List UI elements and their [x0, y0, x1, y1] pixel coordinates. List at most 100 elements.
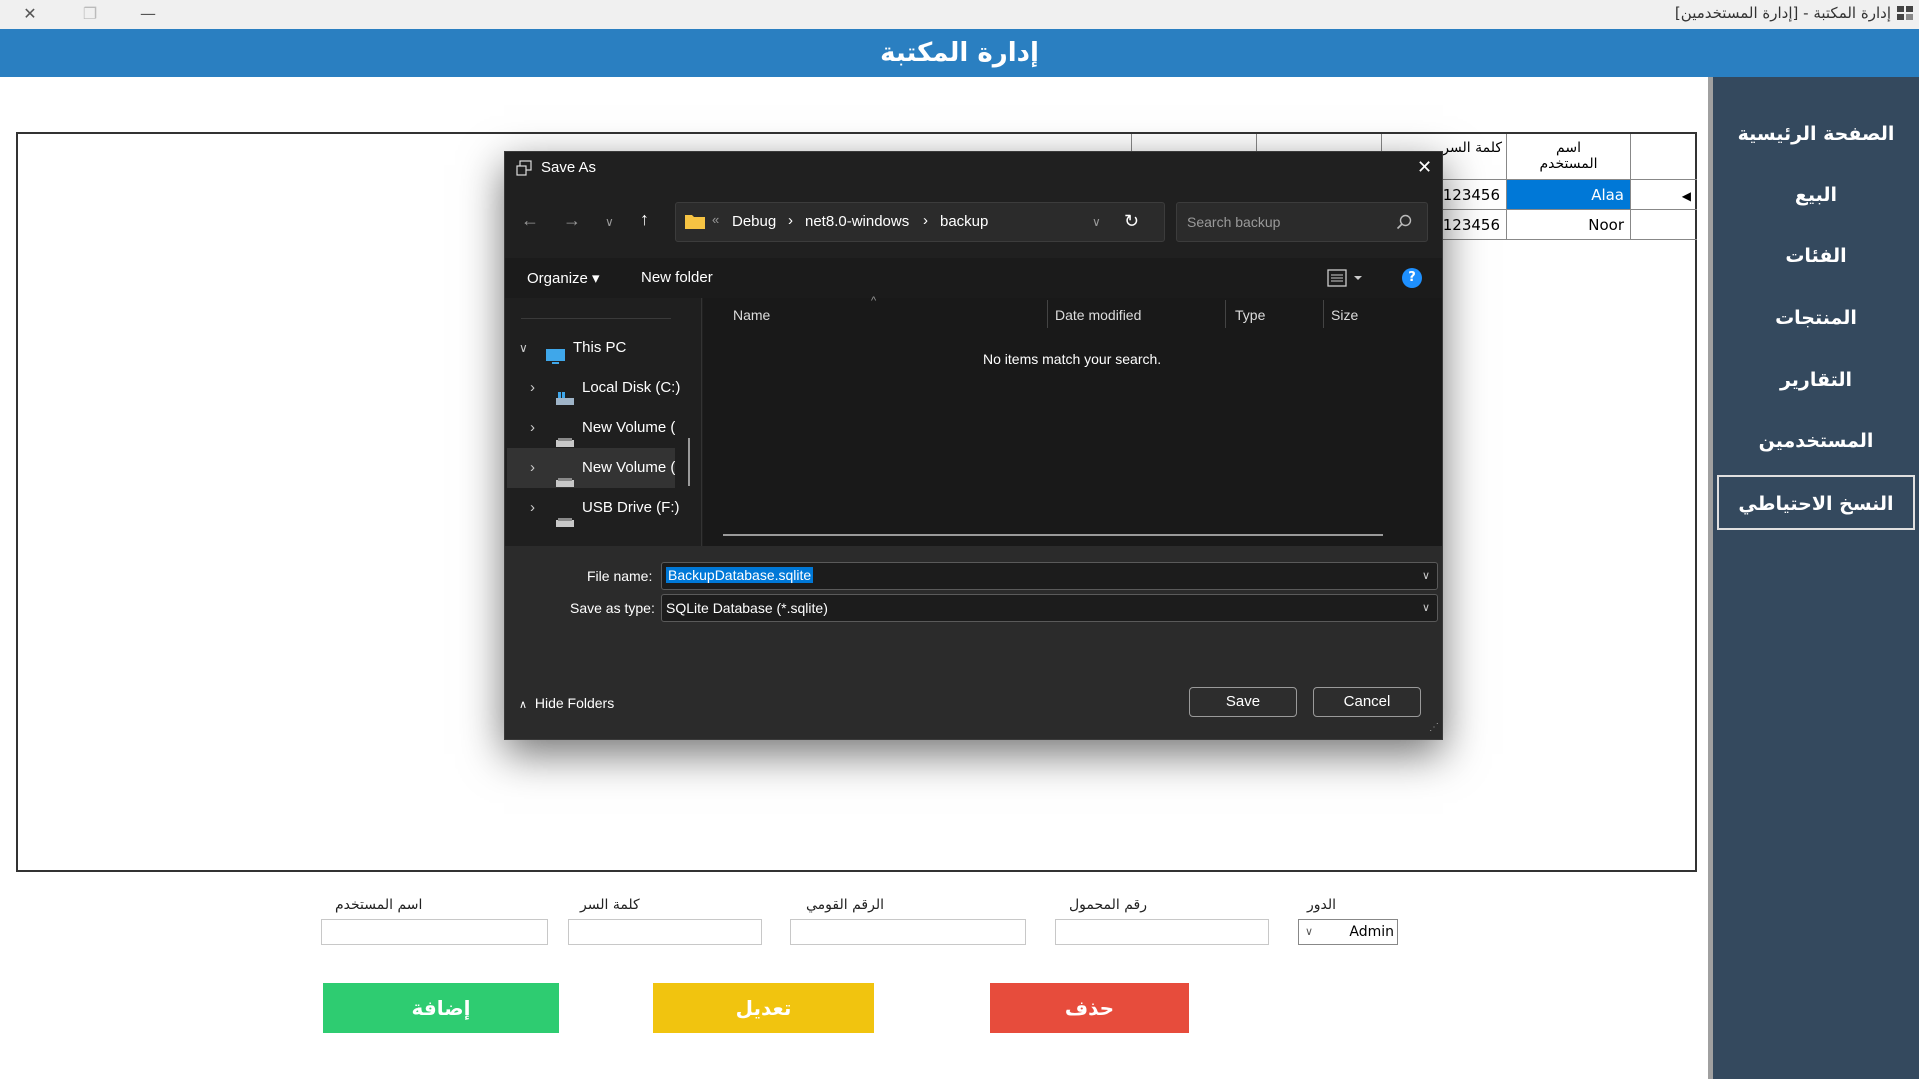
tree-label: New Volume (I — [582, 419, 675, 436]
chevron-right-icon: › — [530, 459, 535, 476]
sidebar-item-categories[interactable]: الفئات — [1717, 229, 1915, 284]
tree-item-new-volume-1[interactable]: › New Volume (I — [505, 408, 675, 448]
grid-cell-username[interactable]: Noor — [1507, 210, 1631, 240]
password-input[interactable] — [568, 919, 762, 945]
column-divider — [1047, 300, 1048, 328]
grid-header-username: اسم المستخدم — [1507, 134, 1631, 180]
username-input[interactable] — [321, 919, 548, 945]
file-name-label: File name: — [587, 568, 653, 584]
edit-button[interactable]: تعديل — [653, 983, 874, 1033]
breadcrumb-backup[interactable]: backup — [940, 213, 988, 230]
add-button[interactable]: إضافة — [323, 983, 559, 1033]
drive-icon — [556, 463, 574, 488]
save-type-label: Save as type: — [570, 600, 655, 616]
column-divider — [1225, 300, 1226, 328]
grid-row-header-corner — [1631, 134, 1697, 180]
chevron-right-icon: › — [530, 379, 535, 396]
help-icon[interactable]: ? — [1402, 268, 1422, 288]
restore-icon[interactable]: ❐ — [78, 3, 102, 25]
chevron-down-icon[interactable]: ∨ — [1092, 215, 1101, 229]
up-icon[interactable]: ↑ — [640, 209, 649, 230]
tree-label: USB Drive (F:) — [582, 499, 680, 516]
file-name-input[interactable]: BackupDatabase.sqlite ∨ — [661, 562, 1438, 590]
sidebar-item-sales[interactable]: البيع — [1717, 168, 1915, 223]
save-type-value: SQLite Database (*.sqlite) — [666, 600, 828, 616]
recent-locations-icon[interactable]: ∨ — [605, 215, 614, 229]
search-placeholder: Search backup — [1187, 214, 1281, 230]
column-header-date[interactable]: Date modified — [1055, 307, 1141, 323]
forward-icon[interactable]: → — [563, 210, 581, 231]
tree-item-new-volume-2[interactable]: › New Volume (I — [507, 448, 675, 488]
dialog-title: Save As — [541, 159, 597, 176]
column-header-size[interactable]: Size — [1331, 307, 1358, 323]
cancel-button[interactable]: Cancel — [1313, 687, 1421, 717]
sidebar: الصفحة الرئيسية البيع الفئات المنتجات ال… — [1713, 77, 1919, 1079]
tree-item-local-disk[interactable]: › Local Disk (C:) — [505, 368, 680, 408]
mobile-input[interactable] — [1055, 919, 1269, 945]
address-bar[interactable]: « Debug › net8.0-windows › backup ∨ ↻ — [675, 202, 1165, 242]
save-type-select[interactable]: SQLite Database (*.sqlite) ∨ — [661, 594, 1438, 622]
delete-button[interactable]: حذف — [990, 983, 1189, 1033]
tree-label: New Volume (I — [582, 459, 675, 476]
page-header: إدارة المكتبة — [0, 29, 1919, 77]
role-value: Admin — [1349, 924, 1394, 940]
search-field[interactable]: Search backup — [1176, 202, 1428, 242]
sidebar-item-home[interactable]: الصفحة الرئيسية — [1717, 107, 1915, 162]
row-pointer-icon: ◀ — [1681, 189, 1691, 203]
chevron-down-icon[interactable]: ∨ — [1422, 569, 1430, 582]
back-icon[interactable]: ← — [521, 210, 539, 231]
breadcrumb-net8[interactable]: net8.0-windows — [805, 213, 909, 230]
breadcrumb-debug[interactable]: Debug — [732, 213, 776, 230]
grid-row-selector[interactable] — [1631, 210, 1697, 240]
sidebar-item-users[interactable]: المستخدمين — [1717, 414, 1915, 469]
username-label: اسم المستخدم — [335, 897, 423, 913]
breadcrumb-chevron-icon: › — [923, 212, 928, 229]
folder-icon — [685, 213, 705, 233]
sidebar-item-reports[interactable]: التقارير — [1717, 353, 1915, 408]
breadcrumb-overflow-icon[interactable]: « — [712, 212, 719, 227]
refresh-icon[interactable]: ↻ — [1124, 211, 1139, 232]
new-folder-button[interactable]: New folder — [641, 269, 713, 286]
sidebar-item-backup[interactable]: النسخ الاحتياطي — [1717, 475, 1915, 530]
chevron-down-icon: ∨ — [1305, 925, 1314, 938]
role-select[interactable]: ∨ Admin — [1298, 919, 1398, 945]
save-button[interactable]: Save — [1189, 687, 1297, 717]
tree-item-usb-drive[interactable]: › USB Drive (F:) — [505, 488, 680, 528]
role-label: الدور — [1307, 897, 1337, 913]
horizontal-scrollbar[interactable] — [723, 534, 1383, 536]
column-header-name[interactable]: Name — [733, 307, 770, 323]
chevron-right-icon: › — [530, 499, 535, 516]
grid-cell-username[interactable]: Alaa — [1507, 180, 1631, 210]
save-as-dialog[interactable]: Save As ✕ ← → ∨ ↑ « Debug › net8.0-windo… — [504, 151, 1443, 740]
close-icon[interactable]: ✕ — [1417, 157, 1432, 178]
minimize-icon[interactable]: — — [136, 3, 160, 25]
mobile-label: رقم المحمول — [1069, 897, 1148, 913]
drive-icon — [556, 423, 574, 448]
tree-item-this-pc[interactable]: ∨ This PC — [505, 328, 675, 368]
usb-icon — [556, 503, 574, 543]
nav-scrollbar[interactable] — [688, 438, 690, 486]
search-icon[interactable] — [1396, 214, 1412, 234]
window-titlebar: ✕ ❐ — إدارة المكتبة - [إدارة المستخدمين] — [0, 0, 1919, 29]
dialog-app-icon — [516, 160, 532, 180]
app-icon — [1897, 6, 1913, 20]
file-list[interactable]: ^ Name Date modified Type Size No items … — [703, 295, 1442, 546]
chevron-down-icon[interactable]: ∨ — [1422, 601, 1430, 614]
breadcrumb-chevron-icon: › — [788, 212, 793, 229]
navigation-pane[interactable]: ∨ This PC › Local Disk (C:) › New Volume… — [505, 298, 702, 546]
column-divider — [1323, 300, 1324, 328]
grid-row-selector[interactable]: ◀ — [1631, 180, 1697, 210]
window-title: إدارة المكتبة - [إدارة المستخدمين] — [1674, 4, 1891, 22]
tree-label: This PC — [573, 339, 627, 356]
chevron-right-icon: › — [530, 419, 535, 436]
national-id-input[interactable] — [790, 919, 1026, 945]
dialog-bottom-panel: File name: BackupDatabase.sqlite ∨ Save … — [505, 546, 1442, 739]
close-icon[interactable]: ✕ — [18, 3, 42, 25]
hide-folders-toggle[interactable]: ∧ Hide Folders — [519, 695, 614, 711]
resize-grip-icon[interactable]: ⋰ — [1429, 722, 1439, 733]
organize-menu[interactable]: Organize ▾ — [527, 269, 600, 287]
column-header-type[interactable]: Type — [1235, 307, 1265, 323]
sidebar-item-products[interactable]: المنتجات — [1717, 291, 1915, 346]
command-bar: Organize ▾ New folder ? — [505, 258, 1442, 298]
view-options-icon[interactable] — [1327, 269, 1365, 291]
